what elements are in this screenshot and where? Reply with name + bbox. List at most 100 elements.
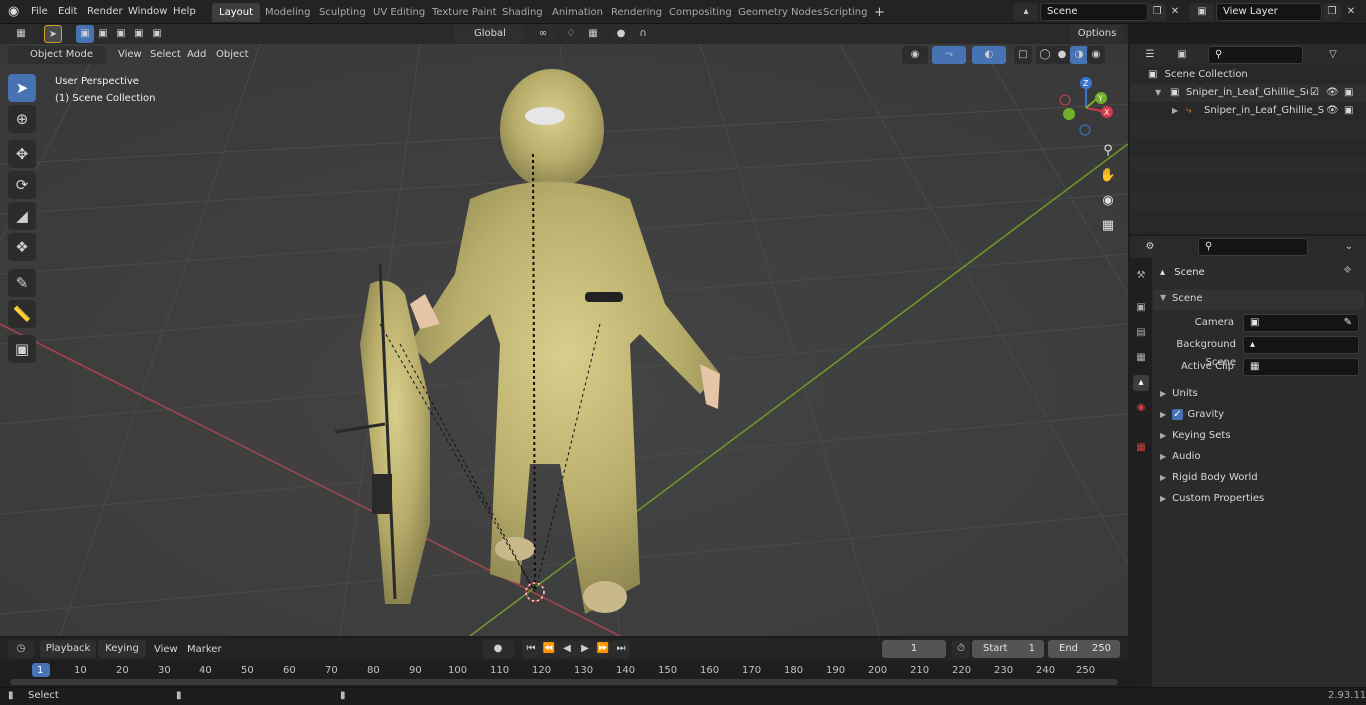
scene-tab-icon[interactable]: ▴	[1133, 375, 1149, 391]
keying-menu[interactable]: Keying	[98, 640, 146, 658]
solid-shading-icon[interactable]: ●	[1053, 46, 1071, 64]
snap-icon[interactable]: ♢	[562, 25, 580, 43]
output-tab-icon[interactable]: ▤	[1133, 325, 1149, 341]
pin-icon[interactable]: ❖	[1343, 265, 1352, 276]
stopwatch-icon[interactable]: ⏱	[952, 640, 970, 658]
tab-animation[interactable]: Animation	[545, 3, 610, 22]
mode-dropdown[interactable]: Object Mode	[8, 46, 106, 64]
pan-hand-icon[interactable]: ✋	[1097, 165, 1119, 187]
section-units[interactable]: ▶ Units	[1160, 385, 1198, 403]
snap-target-icon[interactable]: ▦	[580, 25, 606, 43]
vp-menu-add[interactable]: Add	[187, 47, 206, 63]
section-keying-sets[interactable]: ▶ Keying Sets	[1160, 427, 1231, 445]
annotate-tool-icon[interactable]: ✎	[8, 269, 36, 297]
outliner-row-1[interactable]: ▼ ▣ Sniper_in_Leaf_Ghillie_Suit_T ☑ 👁 ▣	[1130, 84, 1366, 102]
record-icon[interactable]: ●	[482, 640, 514, 658]
checkbox-icon[interactable]: ☑	[1310, 84, 1319, 102]
mode-invert-icon[interactable]: ▣	[130, 25, 148, 43]
3d-viewport[interactable]: Object Mode View Select Add Object ◉ ⤳ ◐…	[0, 44, 1128, 636]
overlay-toggle-icon[interactable]: ◐	[972, 46, 1006, 64]
next-keyframe-icon[interactable]: ⏩	[594, 640, 612, 658]
transform-orientation-dropdown[interactable]: Global	[454, 25, 524, 43]
end-frame-field[interactable]: End 250	[1048, 640, 1120, 658]
material-shading-icon[interactable]: ◑	[1070, 46, 1088, 64]
camera-icon[interactable]: ▣	[1344, 102, 1353, 120]
tab-sculpting[interactable]: Sculpting	[312, 3, 373, 22]
section-gravity[interactable]: ▶ ✓ Gravity	[1160, 406, 1224, 424]
tab-rendering[interactable]: Rendering	[604, 3, 669, 22]
tab-compositing[interactable]: Compositing	[662, 3, 739, 22]
timeline-scrollbar[interactable]	[10, 679, 1118, 685]
timeline-marker-menu[interactable]: Marker	[187, 642, 222, 658]
start-frame-field[interactable]: Start 1	[972, 640, 1044, 658]
editor-type-icon[interactable]: ◷	[8, 640, 34, 658]
select-box-icon[interactable]: ➤	[44, 25, 62, 43]
expand-down-icon[interactable]: ▼	[1155, 84, 1161, 102]
tab-modeling[interactable]: Modeling	[258, 3, 318, 22]
chevron-down-icon[interactable]: ⌄	[1340, 238, 1358, 256]
eye-icon[interactable]: 👁	[1326, 84, 1339, 102]
tab-uv-editing[interactable]: UV Editing	[366, 3, 432, 22]
texture-tab-icon[interactable]: ▦	[1133, 440, 1149, 456]
menu-file[interactable]: File	[31, 4, 48, 20]
scale-tool-icon[interactable]: ◢	[8, 202, 36, 230]
view-layer-field[interactable]: View Layer	[1216, 3, 1322, 21]
mode-intersect-icon[interactable]: ▣	[148, 25, 166, 43]
tool-tab-icon[interactable]: ⚒	[1133, 268, 1149, 284]
proportional-edit-icon[interactable]: ●	[612, 25, 630, 43]
new-layer-icon[interactable]: ❐	[1323, 3, 1341, 21]
tab-texture-paint[interactable]: Texture Paint	[425, 3, 504, 22]
camera-icon[interactable]: ▣	[1344, 84, 1353, 102]
add-workspace-button[interactable]: +	[867, 3, 892, 22]
outliner-row-2[interactable]: ▶ ⤷ Sniper_in_Leaf_Ghillie_Su 👁 ▣	[1130, 102, 1366, 120]
menu-help[interactable]: Help	[173, 4, 196, 20]
active-clip-field[interactable]: ▦	[1243, 358, 1359, 376]
gravity-checkbox-icon[interactable]: ✓	[1172, 409, 1183, 420]
mode-extend-icon[interactable]: ▣	[94, 25, 112, 43]
camera-view-icon[interactable]: ◉	[1097, 190, 1119, 212]
new-scene-icon[interactable]: ❐	[1148, 3, 1166, 21]
render-tab-icon[interactable]: ▣	[1133, 300, 1149, 316]
close-icon[interactable]: ✕	[1166, 3, 1184, 21]
falloff-icon[interactable]: ∩	[630, 25, 656, 43]
play-reverse-icon[interactable]: ◀	[558, 640, 576, 658]
view-layer-tab-icon[interactable]: ▦	[1133, 350, 1149, 366]
editor-type-icon[interactable]: ⚙	[1138, 238, 1162, 256]
rotate-tool-icon[interactable]: ⟳	[8, 171, 36, 199]
background-scene-field[interactable]: ▴	[1243, 336, 1359, 354]
menu-window[interactable]: Window	[128, 4, 167, 20]
transform-tool-icon[interactable]: ❖	[8, 233, 36, 261]
vp-menu-select[interactable]: Select	[150, 47, 181, 63]
tab-geometry-nodes[interactable]: Geometry Nodes	[731, 3, 829, 22]
rendered-shading-icon[interactable]: ◉	[1087, 46, 1105, 64]
mode-subtract-icon[interactable]: ▣	[112, 25, 130, 43]
vp-menu-object[interactable]: Object	[216, 47, 249, 63]
blender-logo-icon[interactable]: ◉	[8, 4, 24, 20]
xray-icon[interactable]: □	[1014, 46, 1032, 64]
view-layer-icon[interactable]: ▣	[1190, 3, 1214, 21]
world-tab-icon[interactable]: ◉	[1133, 400, 1149, 416]
menu-render[interactable]: Render	[87, 4, 123, 20]
current-frame-field[interactable]: 1	[882, 640, 946, 658]
select-tool-icon[interactable]: ➤	[8, 74, 36, 102]
section-custom-properties[interactable]: ▶ Custom Properties	[1160, 490, 1264, 508]
wireframe-shading-icon[interactable]: ◯	[1036, 46, 1054, 64]
section-rigid-body-world[interactable]: ▶ Rigid Body World	[1160, 469, 1258, 487]
vp-menu-view[interactable]: View	[118, 47, 142, 63]
properties-search-input[interactable]: ⚲	[1198, 238, 1308, 256]
tab-layout[interactable]: Layout	[212, 3, 260, 22]
move-tool-icon[interactable]: ✥	[8, 140, 36, 168]
jump-end-icon[interactable]: ⏭	[612, 640, 630, 658]
mode-new-icon[interactable]: ▣	[76, 25, 94, 43]
timeline-view-menu[interactable]: View	[154, 642, 178, 658]
play-icon[interactable]: ▶	[576, 640, 594, 658]
scene-icon[interactable]: ▴	[1014, 3, 1038, 21]
camera-field[interactable]: ▣ ✎	[1243, 314, 1359, 332]
add-cube-tool-icon[interactable]: ▣	[8, 335, 36, 363]
gizmo-toggle-icon[interactable]: ⤳	[932, 46, 966, 64]
grid-view-icon[interactable]: ▦	[1097, 215, 1119, 237]
expand-right-icon[interactable]: ▶	[1172, 102, 1178, 120]
cursor-tool-icon[interactable]: ⊕	[8, 105, 36, 133]
options-dropdown[interactable]: Options	[1070, 25, 1124, 43]
navigation-gizmo[interactable]: Z X Y	[1052, 74, 1122, 144]
